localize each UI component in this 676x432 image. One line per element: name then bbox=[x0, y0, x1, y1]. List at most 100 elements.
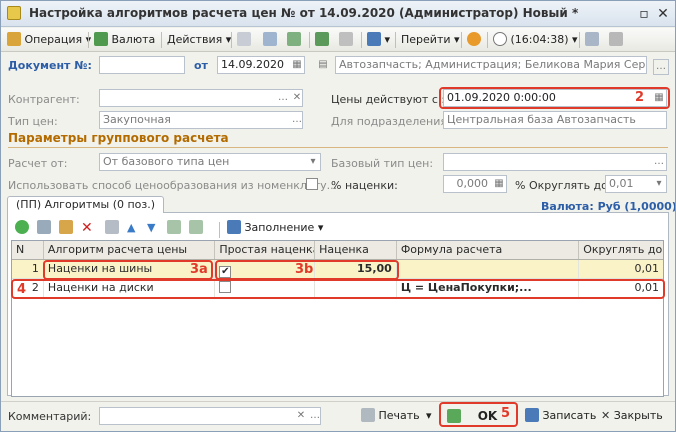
finish-icon bbox=[105, 220, 119, 234]
add-icon bbox=[15, 220, 29, 234]
col-markup[interactable]: Наценка bbox=[315, 241, 397, 259]
highlight-algorithm bbox=[43, 260, 213, 280]
copy-button[interactable] bbox=[263, 31, 277, 49]
new-doc-button[interactable] bbox=[237, 31, 251, 49]
formula-cell[interactable] bbox=[396, 260, 580, 278]
currency-icon bbox=[94, 32, 108, 46]
help-button[interactable] bbox=[467, 31, 481, 49]
annotation-2: 2 bbox=[635, 90, 645, 105]
col-formula[interactable]: Формула расчета bbox=[397, 241, 580, 259]
calendar-icon[interactable]: ▦ bbox=[291, 59, 303, 71]
operation-icon bbox=[7, 32, 21, 46]
annotation-3b: 3b bbox=[295, 262, 314, 277]
document-icon bbox=[7, 6, 21, 20]
bottom-bar: Комментарий: ✕ … Печать ▾ OK Записать ✕ … bbox=[1, 401, 675, 431]
help-icon bbox=[467, 32, 481, 46]
base-price-label: Базовый тип цен: bbox=[331, 157, 434, 170]
list-button[interactable] bbox=[609, 31, 623, 49]
calc-from-label: Расчет от: bbox=[8, 157, 68, 170]
tab-algorithms[interactable]: (ПП) Алгоритмы (0 поз.) bbox=[7, 196, 165, 213]
sort-asc-icon bbox=[167, 220, 181, 234]
currency-button[interactable]: Валюта bbox=[94, 31, 155, 49]
sort-desc-icon bbox=[189, 220, 203, 234]
clock-icon bbox=[493, 32, 507, 46]
print-chevron-icon[interactable]: ▾ bbox=[426, 407, 432, 427]
sort-desc-button[interactable] bbox=[189, 219, 203, 237]
subdivision-field[interactable]: Центральная база Автозапчасть bbox=[443, 111, 667, 129]
doc-date-label: от bbox=[194, 59, 208, 72]
tree-icon bbox=[585, 32, 599, 46]
comment-field[interactable] bbox=[99, 407, 321, 425]
subdivision-label: Для подразделения: bbox=[331, 115, 451, 128]
valid-from-label: Цены действуют с : bbox=[331, 93, 446, 106]
unpost-icon bbox=[339, 32, 353, 46]
edit-icon bbox=[59, 220, 73, 234]
close-x-icon: ✕ bbox=[601, 409, 611, 422]
save-button[interactable]: Записать bbox=[525, 407, 596, 427]
window-title: Настройка алгоритмов расчета цен № от 14… bbox=[29, 6, 579, 20]
fill-menu[interactable]: Заполнение ▾ bbox=[227, 219, 323, 237]
goto-menu[interactable]: Перейти ▾ bbox=[401, 31, 460, 49]
refresh-icon bbox=[287, 32, 301, 46]
comment-clear-icon[interactable]: ✕ bbox=[295, 410, 307, 422]
round-cell[interactable]: 0,01 bbox=[579, 260, 663, 278]
section-divider bbox=[8, 147, 668, 148]
col-round[interactable]: Округлять до bbox=[579, 241, 663, 259]
copy-row-icon bbox=[37, 220, 51, 234]
actions-menu[interactable]: Действия ▾ bbox=[167, 31, 231, 49]
refresh-button[interactable] bbox=[287, 31, 301, 49]
save-icon bbox=[525, 408, 539, 422]
sort-asc-button[interactable] bbox=[167, 219, 181, 237]
structure-button[interactable]: ▾ bbox=[367, 31, 390, 49]
col-simple-markup[interactable]: Простая наценка bbox=[215, 241, 316, 259]
doc-number-label: Документ №: bbox=[8, 59, 92, 72]
delete-row-icon[interactable]: ✕ bbox=[81, 219, 93, 237]
close-icon[interactable]: ✕ bbox=[655, 6, 671, 22]
operation-menu[interactable]: Операция ▾ bbox=[7, 31, 91, 49]
annotation-3a: 3a bbox=[190, 262, 208, 277]
finish-edit-button[interactable] bbox=[105, 219, 119, 237]
table-empty-area bbox=[12, 298, 663, 396]
comment-select-icon[interactable]: … bbox=[309, 410, 321, 422]
post-button[interactable] bbox=[315, 31, 329, 49]
counterparty-field[interactable] bbox=[99, 89, 303, 107]
price-type-select-icon[interactable]: … bbox=[291, 114, 303, 126]
toolbar: Операция ▾ Валюта Действия ▾ ▾ Перейти ▾… bbox=[1, 28, 675, 52]
close-button[interactable]: ✕ Закрыть bbox=[601, 407, 663, 427]
base-price-select-icon[interactable]: … bbox=[653, 156, 665, 168]
fill-icon bbox=[227, 220, 241, 234]
add-row-button[interactable] bbox=[15, 219, 29, 237]
annotation-4: 4 bbox=[17, 282, 27, 297]
print-button[interactable]: Печать bbox=[361, 407, 420, 427]
doc-number-field[interactable] bbox=[99, 56, 185, 74]
col-n[interactable]: N bbox=[12, 241, 44, 259]
round-chevron-icon[interactable]: ▾ bbox=[653, 178, 665, 190]
col-algorithm[interactable]: Алгоритм расчета цены bbox=[44, 241, 216, 259]
minimize-icon[interactable]: ▫ bbox=[636, 6, 652, 22]
tree-button[interactable] bbox=[585, 31, 599, 49]
comment-label: Комментарий: bbox=[8, 410, 92, 423]
org-select-icon[interactable]: ▤ bbox=[317, 59, 329, 71]
table-header: N Алгоритм расчета цены Простая наценка … bbox=[12, 241, 663, 260]
unpost-button[interactable] bbox=[339, 31, 353, 49]
use-method-label: Использовать способ ценообразования из н… bbox=[8, 179, 338, 192]
move-down-icon[interactable]: ▼ bbox=[147, 219, 155, 237]
currency-info: Валюта: Руб (1,0000) bbox=[541, 200, 676, 213]
price-type-field[interactable]: Закупочная bbox=[99, 111, 303, 129]
calc-from-select[interactable]: От базового типа цен bbox=[99, 153, 321, 171]
base-price-field[interactable] bbox=[443, 153, 667, 171]
copy-row-button[interactable] bbox=[37, 219, 51, 237]
org-choose-button[interactable]: … bbox=[653, 59, 669, 75]
organization-field[interactable]: Автозапчасть; Администрация; Беликова Ма… bbox=[335, 56, 647, 74]
move-up-icon[interactable]: ▲ bbox=[127, 219, 135, 237]
round-to-label: % Округлять до: bbox=[515, 179, 612, 192]
row-number: 1 bbox=[12, 260, 44, 278]
edit-row-button[interactable] bbox=[59, 219, 73, 237]
counterparty-select-icon[interactable]: … bbox=[277, 92, 289, 104]
use-method-checkbox[interactable] bbox=[306, 178, 318, 190]
calculator-icon[interactable]: ▦ bbox=[493, 178, 505, 190]
time-button[interactable]: (16:04:38) ▾ bbox=[493, 31, 578, 49]
post-icon bbox=[315, 32, 329, 46]
counterparty-clear-icon[interactable]: ✕ bbox=[291, 92, 303, 104]
chevron-down-icon[interactable]: ▾ bbox=[307, 156, 319, 168]
